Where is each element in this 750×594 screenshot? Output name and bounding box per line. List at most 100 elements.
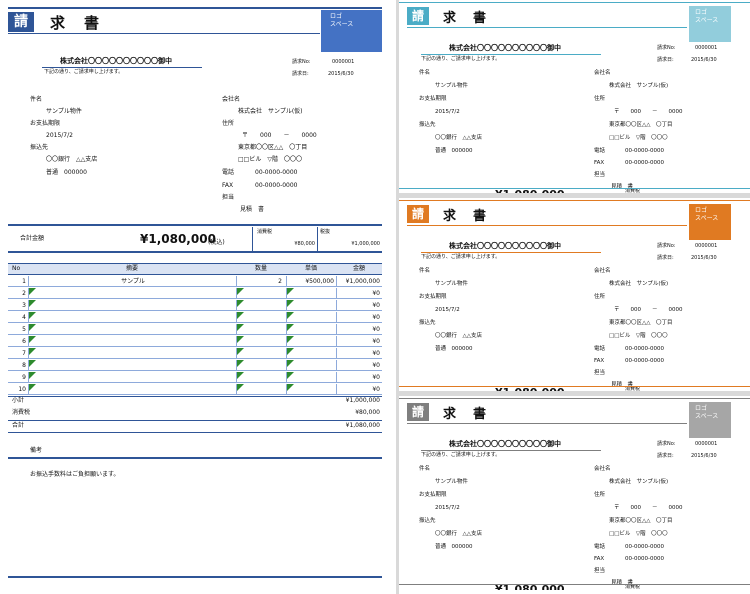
row-price [288,336,334,347]
row-desc [32,312,234,323]
input-marker-icon [287,312,294,319]
invoice-no-label: 請求No: [657,243,676,249]
remarks-label: 備考 [30,447,43,454]
input-marker-icon [287,336,294,343]
logo-text-1: ロゴ [330,13,343,20]
addressee-underline [421,450,601,451]
row-price [288,360,334,371]
row-divider [336,336,337,347]
input-marker-icon [29,324,36,331]
invoice-variant-gray: 請求 書 ロゴ スペース 株式会社〇〇〇〇〇〇〇〇〇〇御中 下記の通り、ご請求申し上げま… [399,396,750,594]
input-marker-icon [237,288,244,295]
tax-label-cut: 消費税 [625,585,641,589]
field-account: 普通 000000 [435,346,473,352]
invoice-date: 2015/6/30 [691,255,717,261]
field-address-label: 住所 [594,96,606,102]
invoice-variant-teal: 請求 書 ロゴ スペース 株式会社〇〇〇〇〇〇〇〇〇〇御中 下記の通り、ご請求申し上げま… [399,0,750,193]
bank-label: 振込先 [30,144,49,151]
kei-badge: 請 [407,403,429,421]
invoice-date: 2015/6/30 [691,453,717,459]
row-qty [238,384,282,395]
field-account: 普通 000000 [435,544,473,550]
field-due: 2015/7/2 [435,307,460,313]
field-address2: □□ビル ▽階 〇〇〇 [609,531,668,537]
tax-value: ¥80,000 [294,241,315,247]
greeting: 下記の通り、ご請求申し上げます。 [421,254,501,260]
invoice-date-label: 請求日: [657,255,674,261]
bank-name: 〇〇銀行 △△支店 [46,156,98,163]
total-amount: ¥1,080,000 [140,232,216,246]
row-price [288,372,334,383]
row-desc [32,360,234,371]
due-date: 2015/7/2 [46,132,73,139]
table-row: 9 ¥0 [8,372,382,383]
row-desc [32,300,234,311]
logo-text-2: スペース [330,20,354,28]
field-address1: 東京都〇〇区△△ 〇丁目 [609,320,673,326]
grand-bottom-rule [8,432,382,433]
row-desc [32,384,234,395]
invoice-no: 0000001 [695,45,718,51]
table-row: 1 サンプル 2 ¥500,000 ¥1,000,000 [8,276,382,287]
field-person-label: 担当 [594,370,606,376]
field-bank-label: 振込先 [419,518,436,524]
grand-value: ¥1,080,000 [345,422,380,429]
row-desc [32,324,234,335]
fax: 00-0000-0000 [255,182,298,189]
field-subject: サンプル物件 [435,83,468,89]
input-marker-icon [29,300,36,307]
field-postal: 〒 000 － 0000 [614,109,683,115]
row-amount: ¥0 [372,290,380,297]
tax-label: 消費税 [257,229,273,235]
field-tel-label: 電話 [594,148,606,154]
row-qty [238,288,282,299]
greeting: 下記の通り、ご請求申し上げます。 [421,56,501,62]
row-no: 5 [22,326,26,333]
company-label: 会社名 [222,96,241,103]
row-price [288,288,334,299]
title-underline [407,225,687,226]
field-due-label: お支払期限 [419,492,447,498]
input-marker-icon [287,324,294,331]
input-marker-icon [237,324,244,331]
logo-space: ロゴ スペース [689,402,731,438]
addressee: 株式会社〇〇〇〇〇〇〇〇〇〇御中 [449,242,561,250]
invoice-date-label: 請求日: [657,453,674,459]
top-rule [399,2,750,3]
row-amount: ¥0 [372,326,380,333]
input-marker-icon [237,312,244,319]
logo-space: ロゴ スペース [689,204,731,240]
row-no: 2 [22,290,26,297]
table-row: 3 ¥0 [8,300,382,311]
field-bank: 〇〇銀行 △△支店 [435,531,482,537]
person: 見積 書 [240,206,265,213]
subject-label: 件名 [30,96,43,103]
input-marker-icon [287,384,294,391]
invoice-no-label: 請求No: [657,45,676,51]
row-price [288,312,334,323]
row-amount: ¥0 [372,362,380,369]
greeting: 下記の通り、ご請求申し上げます。 [44,69,124,75]
input-marker-icon [237,384,244,391]
input-marker-icon [29,360,36,367]
row-price [288,348,334,359]
invoice-no-label: 請求No: [657,441,676,447]
addressee-underline [421,54,601,55]
title-underline [407,423,687,424]
field-fax: 00-0000-0000 [625,358,664,364]
invoice-main: 請 求 書 ロゴ スペース 株式会社〇〇〇〇〇〇〇〇〇〇御中 下記の通り、ご請求… [0,0,396,594]
row-no: 6 [22,338,26,345]
field-postal: 〒 000 － 0000 [614,307,683,313]
field-bank: 〇〇銀行 △△支店 [435,333,482,339]
invoice-variant-orange: 請求 書 ロゴ スペース 株式会社〇〇〇〇〇〇〇〇〇〇御中 下記の通り、ご請求申し上げま… [399,198,750,391]
invoice-no: 0000001 [695,441,718,447]
row-divider [336,288,337,299]
field-subject-label: 件名 [419,70,431,76]
row-desc [32,288,234,299]
top-rule [8,7,382,9]
row-amount: ¥0 [372,374,380,381]
logo-text-2: スペース [695,214,719,222]
due-label: お支払期限 [30,120,61,127]
tel: 00-0000-0000 [255,169,298,176]
addressee: 株式会社〇〇〇〇〇〇〇〇〇〇御中 [60,57,172,65]
